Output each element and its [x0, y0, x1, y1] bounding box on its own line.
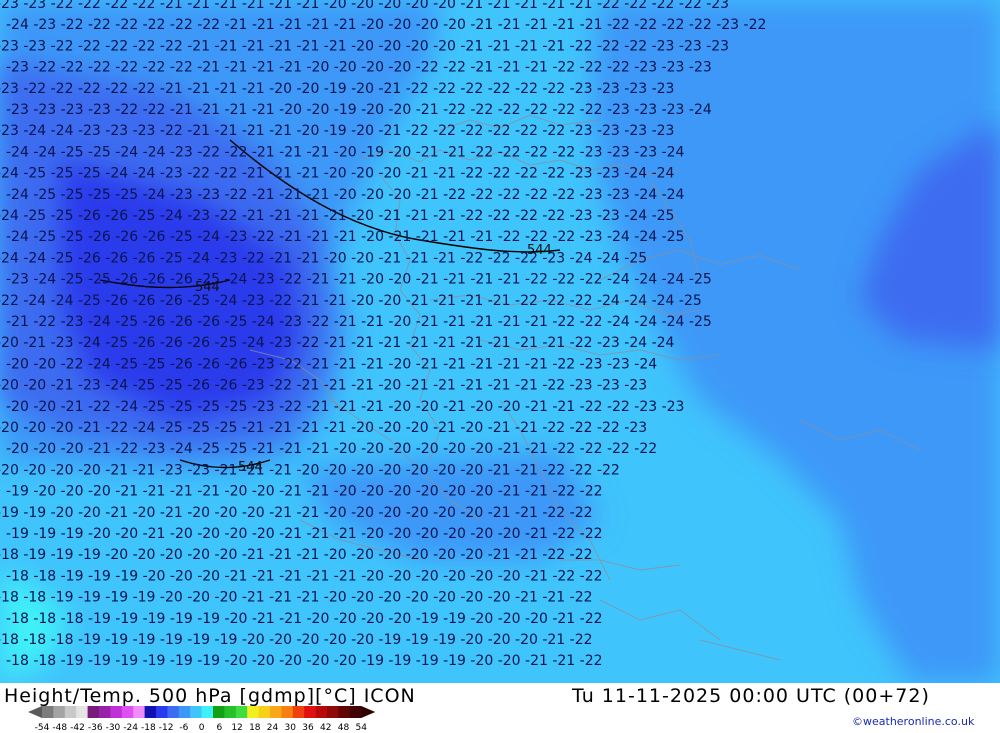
credit-link[interactable]: ©weatheronline.co.uk	[852, 715, 974, 728]
scale-cell	[133, 706, 145, 718]
temperature-row: -23 -23 -22 -22 -22 -22 -21 -21 -21 -21 …	[0, 0, 729, 12]
scale-cell	[304, 706, 316, 718]
temperature-row: -18 -18 -18 -19 -19 -19 -19 -19 -19 -20 …	[0, 632, 593, 648]
scale-tick-label: -12	[159, 723, 174, 733]
temperature-row: -19 -19 -20 -20 -21 -20 -21 -20 -20 -20 …	[0, 505, 593, 521]
map-area: -23 -23 -22 -22 -22 -22 -21 -21 -21 -21 …	[0, 0, 1000, 683]
height-label: 544	[195, 280, 220, 295]
color-scale: -54 -48 -42 -36 -30 -24 -18 -12 -6 0 6 12 18 24 30 36 42…	[28, 706, 376, 733]
scale-cell	[190, 706, 202, 718]
temperature-row: -19 -20 -20 -20 -21 -21 -21 -21 -20 -20 …	[6, 484, 603, 500]
scale-cell	[224, 706, 237, 718]
temperature-row: -23 -23 -22 -22 -22 -22 -22 -21 -21 -21 …	[0, 38, 729, 54]
temperature-row: -19 -19 -19 -20 -20 -21 -20 -20 -20 -20 …	[6, 526, 603, 542]
scale-cell	[270, 706, 282, 718]
scale-cell	[42, 706, 54, 718]
temperature-row: -23 -22 -22 -22 -22 -22 -21 -21 -21 -21 …	[0, 81, 674, 97]
temperature-row: -20 -20 -21 -23 -24 -25 -25 -26 -26 -23 …	[0, 378, 647, 394]
temperature-row: -24 -25 -25 -26 -26 -25 -24 -23 -22 -21 …	[0, 208, 674, 224]
scale-tick-label: -54	[35, 723, 50, 733]
color-scale-cells	[28, 706, 376, 718]
temperature-row: -20 -21 -23 -24 -25 -26 -26 -26 -25 -24 …	[0, 335, 675, 351]
temperature-map: -23 -23 -22 -22 -22 -22 -21 -21 -21 -21 …	[0, 0, 1000, 683]
height-label: 544	[238, 460, 263, 475]
scale-cell	[121, 706, 134, 718]
temperature-row: -24 -24 -25 -25 -24 -24 -23 -22 -22 -21 …	[6, 144, 685, 160]
temperature-row: -20 -20 -21 -22 -24 -25 -25 -25 -25 -23 …	[6, 399, 684, 415]
scale-cell	[235, 706, 248, 718]
temperature-row: -20 -20 -20 -21 -22 -23 -24 -25 -25 -21 …	[6, 441, 657, 457]
scale-arrow-left	[28, 706, 42, 718]
scale-arrow-right	[361, 706, 376, 718]
temperature-row: -23 -24 -24 -23 -23 -23 -22 -21 -21 -21 …	[0, 123, 674, 139]
scale-tick-label: 18	[249, 723, 261, 733]
temperature-row: -20 -20 -22 -24 -25 -25 -26 -26 -26 -23 …	[6, 356, 657, 372]
scale-tick-label: 30	[285, 723, 297, 733]
temperature-row: -23 -24 -25 -25 -26 -26 -26 -25 -24 -23 …	[6, 272, 712, 288]
scale-cell	[156, 706, 168, 718]
scale-cell	[99, 706, 111, 718]
valid-time: Tu 11-11-2025 00:00 UTC (00+72)	[572, 685, 930, 707]
scale-cell	[315, 706, 328, 718]
scale-cell	[292, 706, 305, 718]
temperature-row: -18 -19 -19 -19 -20 -20 -20 -20 -20 -21 …	[0, 547, 593, 563]
scale-tick-label: 12	[231, 723, 242, 733]
scale-cell	[144, 706, 157, 718]
scale-tick-label: 0	[199, 723, 205, 733]
scale-cell	[201, 706, 214, 718]
scale-cell	[64, 706, 77, 718]
scale-tick-label: -30	[106, 723, 121, 733]
temperature-row: -20 -20 -20 -21 -22 -24 -25 -25 -25 -21 …	[0, 420, 647, 436]
scale-tick-label: 48	[338, 723, 350, 733]
scale-cell	[213, 706, 225, 718]
scale-cell	[258, 706, 271, 718]
scale-tick-label: 54	[355, 723, 367, 733]
height-label: 544	[527, 243, 552, 258]
scale-tick-label: 42	[320, 723, 331, 733]
temperature-row: -24 -25 -25 -25 -25 -24 -23 -23 -22 -21 …	[6, 187, 685, 203]
map-title: Height/Temp. 500 hPa [gdmp][°C] ICON	[4, 685, 416, 707]
scale-cell	[349, 706, 362, 718]
scale-cell	[167, 706, 180, 718]
scale-tick-label: -48	[52, 723, 67, 733]
scale-tick-label: 36	[302, 723, 314, 733]
temperature-row: -22 -24 -24 -25 -26 -26 -26 -25 -24 -23 …	[0, 293, 702, 309]
scale-cell	[178, 706, 191, 718]
scale-cell	[110, 706, 123, 718]
temperature-row: -23 -23 -23 -23 -22 -22 -21 -21 -21 -21 …	[6, 102, 712, 118]
temperature-row: -18 -18 -19 -19 -19 -19 -20 -20 -20 -21 …	[0, 590, 593, 606]
scale-cell	[247, 706, 259, 718]
scale-tick-label: -36	[88, 723, 103, 733]
scale-cell	[281, 706, 294, 718]
temperature-row: -21 -22 -23 -24 -25 -26 -26 -26 -25 -24 …	[6, 314, 712, 330]
temperature-row: -23 -22 -22 -22 -22 -22 -22 -21 -21 -21 …	[6, 60, 712, 76]
temperature-row: -18 -18 -18 -19 -19 -19 -19 -19 -20 -21 …	[6, 611, 603, 627]
temperature-row: -24 -23 -22 -22 -22 -22 -22 -22 -21 -21 …	[6, 17, 766, 33]
scale-tick-label: -42	[70, 723, 85, 733]
scale-tick-label: -24	[123, 723, 138, 733]
temperature-row: -24 -25 -25 -26 -26 -26 -25 -24 -23 -22 …	[6, 229, 684, 245]
scale-tick-label: -6	[179, 723, 188, 733]
scale-cell	[327, 706, 339, 718]
temperature-row: -24 -25 -25 -25 -24 -24 -23 -22 -22 -21 …	[0, 166, 675, 182]
scale-cell	[76, 706, 88, 718]
scale-tick-label: 24	[267, 723, 279, 733]
temperature-row: -20 -20 -20 -20 -21 -21 -23 -23 -21 -21 …	[0, 462, 620, 478]
scale-cell	[338, 706, 351, 718]
footer: Height/Temp. 500 hPa [gdmp][°C] ICON Tu …	[0, 683, 1000, 733]
scale-tick-label: 6	[216, 723, 222, 733]
scale-cell	[87, 706, 100, 718]
scale-cell	[53, 706, 66, 718]
color-scale-ticks: -54 -48 -42 -36 -30 -24 -18 -12 -6 0 6 12 18 24 30 36 42…	[35, 723, 368, 733]
scale-tick-label: -18	[141, 723, 156, 733]
temperature-row: -18 -18 -19 -19 -19 -20 -20 -20 -21 -21 …	[6, 568, 603, 584]
temperature-row: -18 -18 -19 -19 -19 -19 -19 -19 -20 -20 …	[6, 653, 603, 669]
